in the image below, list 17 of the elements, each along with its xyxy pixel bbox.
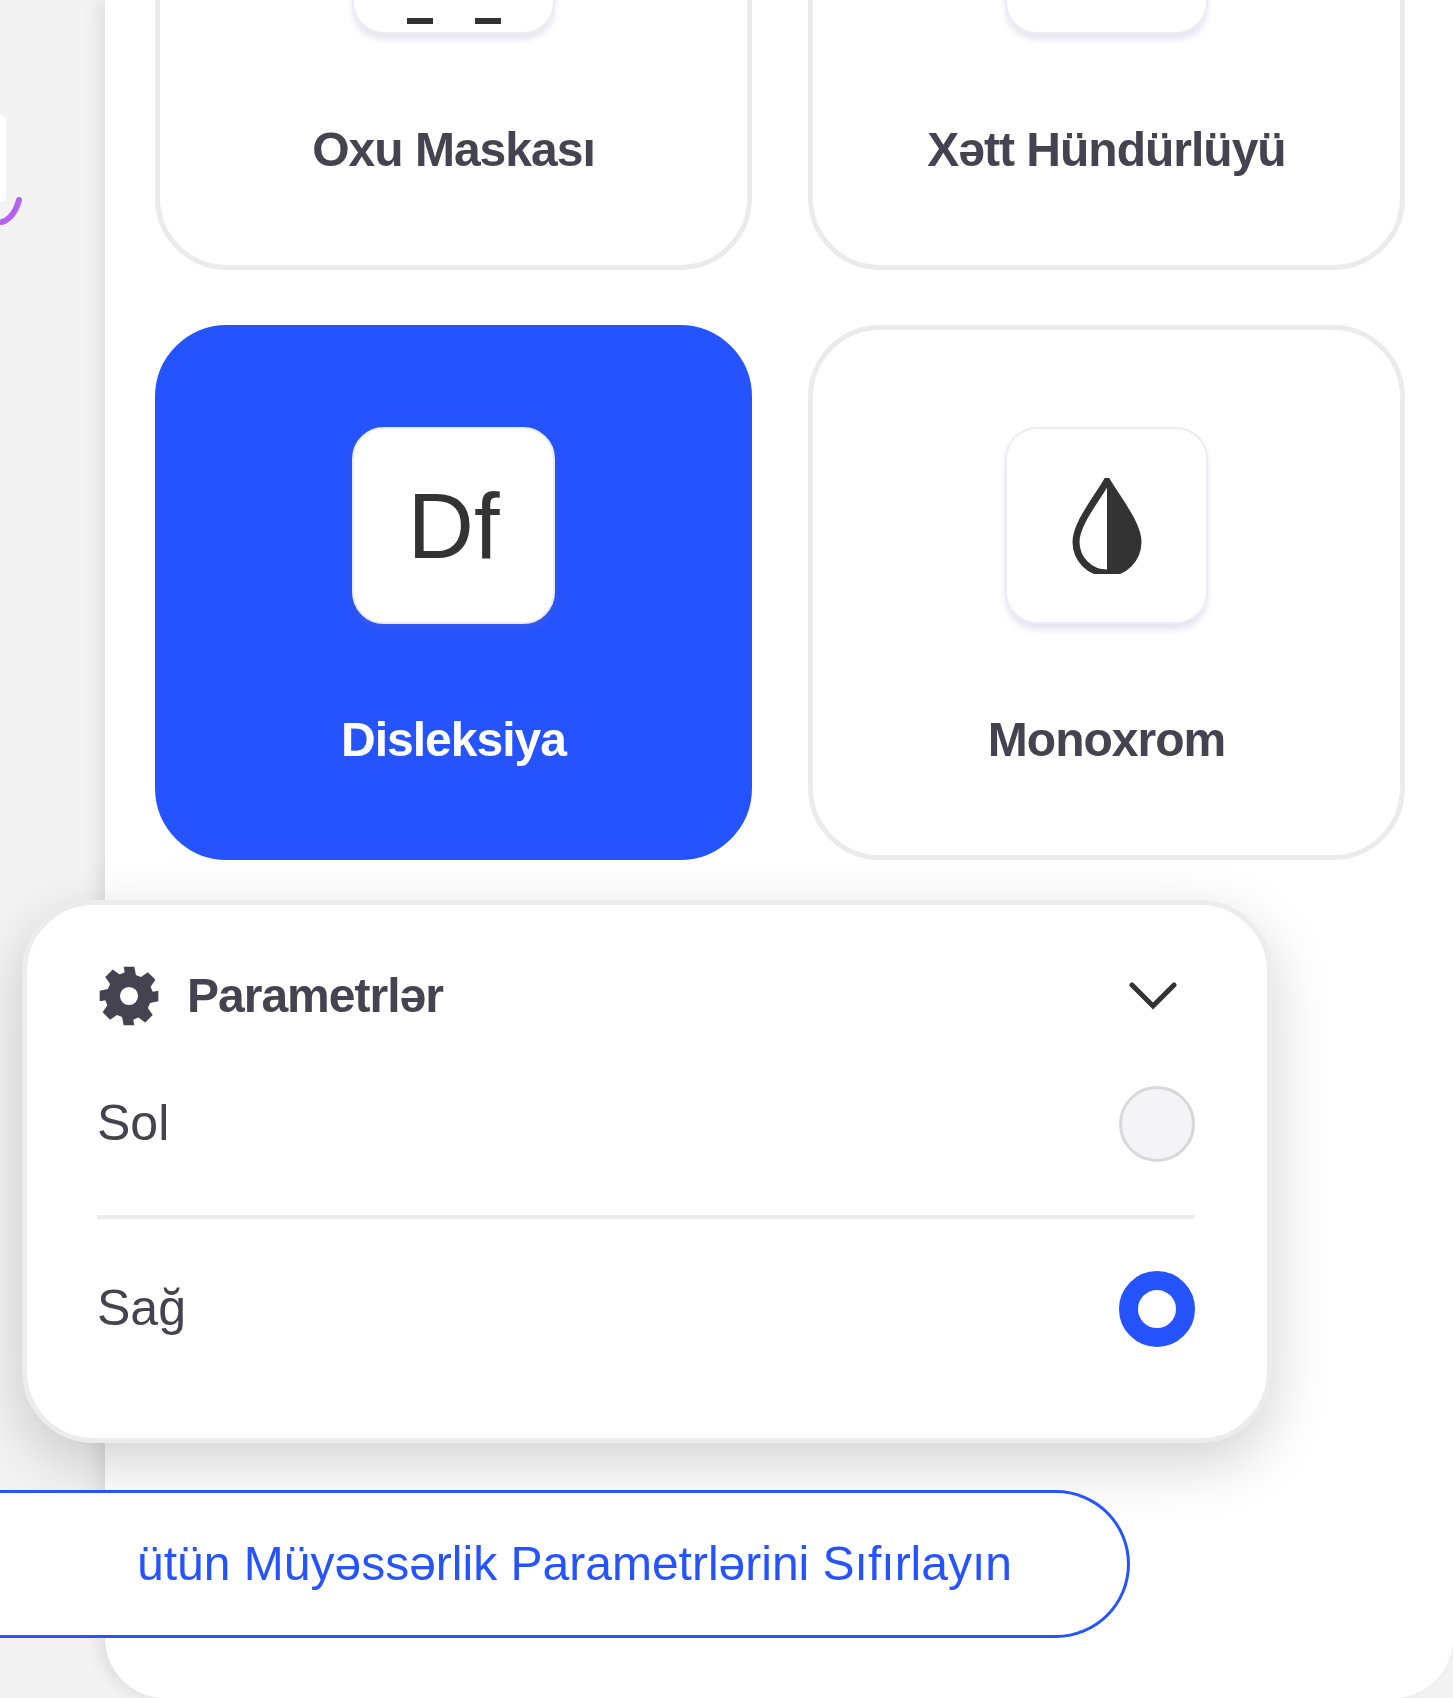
mask-icon (406, 17, 501, 24)
option-label: Sağ (97, 1279, 186, 1338)
feature-card[interactable]: Monoxrom (808, 325, 1405, 860)
settings-icon (97, 964, 161, 1028)
feature-card[interactable]: Xətt Hündürlüyü (808, 0, 1405, 270)
feature-card[interactable]: Df Disleksiya (155, 325, 752, 860)
feature-label: Disleksiya (341, 712, 566, 768)
settings-title: Parametrlər (187, 968, 443, 1024)
feature-label: Xətt Hündürlüyü (927, 122, 1286, 178)
drop-icon (1071, 477, 1142, 574)
reset-button[interactable]: ütün Müyəssərlik Parametrlərini Sıfırlayın (0, 1490, 1130, 1638)
feature-label: Oxu Maskası (312, 122, 595, 178)
icon-text: Df (407, 479, 500, 572)
option-label: Sol (97, 1094, 170, 1153)
feature-card[interactable]: Oxu Maskası (155, 0, 752, 270)
chevron-icon[interactable] (1129, 982, 1177, 1010)
feature-label: Monoxrom (987, 712, 1226, 768)
